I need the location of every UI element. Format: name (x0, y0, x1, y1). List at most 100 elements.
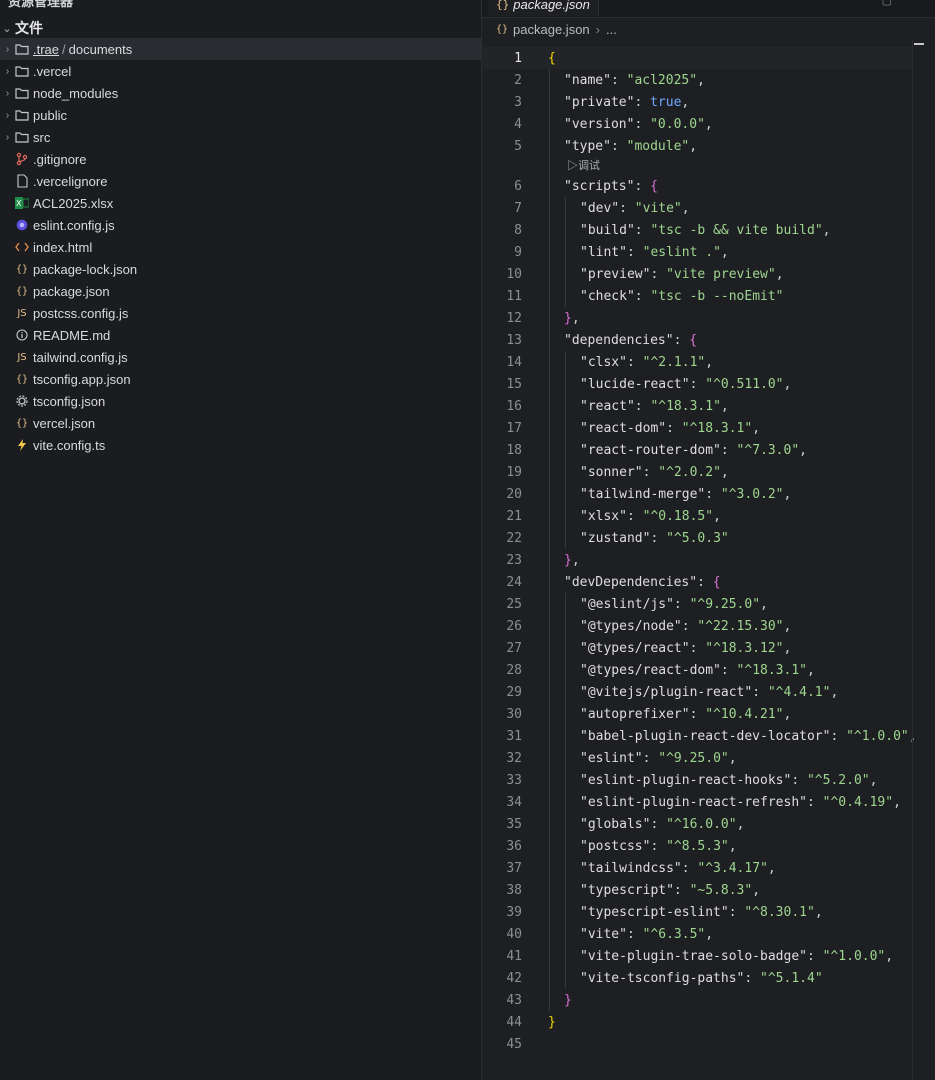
breadcrumb-rest[interactable]: ... (606, 22, 617, 37)
tree-item-src[interactable]: › src (0, 126, 481, 148)
line-number: 30 (506, 706, 522, 722)
code-line[interactable]: 42 "vite-tsconfig-paths": "^5.1.4" (482, 967, 912, 989)
code-token: : (626, 508, 643, 524)
git-icon (14, 151, 30, 167)
tree-item-vite-config-ts[interactable]: vite.config.ts (0, 434, 481, 456)
tree-item-package-json[interactable]: {} package.json (0, 280, 481, 302)
tab-package-json[interactable]: {} package.json (488, 0, 599, 16)
line-number: 43 (506, 992, 522, 1008)
code-line[interactable]: 27 "@types/react": "^18.3.12", (482, 637, 912, 659)
code-line[interactable]: 41 "vite-plugin-trae-solo-badge": "^1.0.0… (482, 945, 912, 967)
tree-item-trae[interactable]: › .trae / documents (0, 38, 481, 60)
code-line[interactable]: 43} (482, 989, 912, 1011)
code-line[interactable]: 18 "react-router-dom": "^7.3.0", (482, 439, 912, 461)
code-line[interactable]: 11 "check": "tsc -b --noEmit" (482, 285, 912, 307)
tree-item-gitignore[interactable]: .gitignore (0, 148, 481, 170)
line-number: 14 (506, 354, 522, 370)
code-line[interactable]: 12}, (482, 307, 912, 329)
json-icon: {} (15, 373, 29, 385)
code-line[interactable]: 20 "tailwind-merge": "^3.0.2", (482, 483, 912, 505)
code-line[interactable]: 37 "tailwindcss": "^3.4.17", (482, 857, 912, 879)
tree-item-eslint-config-js[interactable]: eslint.config.js (0, 214, 481, 236)
code-token: "^5.1.4" (760, 970, 823, 986)
code-line[interactable]: 36 "postcss": "^8.5.3", (482, 835, 912, 857)
chevron-right-icon: › (5, 131, 10, 143)
code-token: "^7.3.0" (736, 442, 800, 458)
code-line[interactable]: 25 "@eslint/js": "^9.25.0", (482, 593, 912, 615)
code-line[interactable]: 31 "babel-plugin-react-dev-locator": "^1.… (482, 725, 916, 747)
scrollbar-track[interactable] (912, 40, 913, 1080)
breadcrumb-file[interactable]: package.json (513, 22, 590, 37)
code-line[interactable]: 16 "react": "^18.3.1", (482, 395, 912, 417)
code-line[interactable]: 15 "lucide-react": "^0.511.0", (482, 373, 912, 395)
tree-item-package-lock-json[interactable]: {} package-lock.json (0, 258, 481, 280)
code-line[interactable]: 24 "devDependencies": { (482, 571, 912, 593)
tree-item-vercelignore[interactable]: .vercelignore (0, 170, 481, 192)
code-token: , (775, 266, 784, 282)
code-token: { (689, 332, 698, 348)
code-line[interactable]: 3 "private": true, (482, 91, 912, 113)
code-line[interactable]: 17 "react-dom": "^18.3.1", (482, 417, 912, 439)
code-line[interactable]: 8 "build": "tsc -b && vite build", (482, 219, 912, 241)
tree-item-public[interactable]: › public (0, 104, 481, 126)
chevron-right-icon: › (5, 65, 10, 77)
tree-item-acl2025-xlsx[interactable]: X ACL2025.xlsx (0, 192, 481, 214)
code-line[interactable]: 19 "sonner": "^2.0.2", (482, 461, 912, 483)
code-line[interactable]: 29 "@vitejs/plugin-react": "^4.4.1", (482, 681, 912, 703)
code-line[interactable]: 30 "autoprefixer": "^10.4.21", (482, 703, 912, 725)
line-number: 1 (514, 50, 522, 66)
code-line[interactable]: 40 "vite": "^6.3.5", (482, 923, 912, 945)
code-line[interactable]: 4 "version": "0.0.0", (482, 113, 912, 135)
line-number: 11 (506, 288, 522, 304)
line-number: 29 (506, 684, 522, 700)
line-number: 25 (506, 596, 522, 612)
code-line[interactable]: 10 "preview": "vite preview", (482, 263, 912, 285)
code-line[interactable]: 39 "typescript-eslint": "^8.30.1", (482, 901, 912, 923)
code-line[interactable]: 32 "eslint": "^9.25.0", (482, 747, 912, 769)
tree-item-label: .gitignore (33, 151, 87, 167)
section-header-files[interactable]: ⌄ 文件 (0, 17, 481, 39)
code-line[interactable]: 38 "typescript": "~5.8.3", (482, 879, 912, 901)
code-token: { (548, 50, 556, 66)
debug-codelens[interactable]: ▷调试 (567, 157, 600, 173)
code-token: "acl2025" (626, 72, 698, 88)
code-line[interactable]: 6 "scripts": { (482, 175, 912, 197)
code-token: "^0.511.0" (705, 376, 784, 392)
tree-item-vercel[interactable]: › .vercel (0, 60, 481, 82)
code-line[interactable]: 35 "globals": "^16.0.0", (482, 813, 912, 835)
code-line[interactable]: 21 "xlsx": "^0.18.5", (482, 505, 912, 527)
code-line[interactable]: 23}, (482, 549, 912, 571)
code-token: "^10.4.21" (705, 706, 784, 722)
code-line[interactable]: 13 "dependencies": { (482, 329, 912, 351)
tree-item-readme-md[interactable]: README.md (0, 324, 481, 346)
code-line[interactable]: 1{ (482, 47, 912, 69)
tree-item-index-html[interactable]: index.html (0, 236, 481, 258)
tree-item-node-modules[interactable]: › node_modules (0, 82, 481, 104)
tree-item-tailwind-config-js[interactable]: JS tailwind.config.js (0, 346, 481, 368)
code-line[interactable]: 5 "type": "module", (482, 135, 912, 157)
code-line[interactable]: 45 (482, 1033, 912, 1055)
code-line[interactable]: 22 "zustand": "^5.0.3" (482, 527, 912, 549)
split-editor-icon[interactable]: ▢ (882, 0, 892, 7)
code-line[interactable]: 34 "eslint-plugin-react-refresh": "^0.4.1… (482, 791, 912, 813)
code-token: "^0.4.19" (822, 794, 894, 810)
code-line[interactable]: 33 "eslint-plugin-react-hooks": "^5.2.0", (482, 769, 912, 791)
code-token: "zustand" (580, 530, 651, 546)
excel-icon: X (14, 195, 30, 211)
scrollbar-thumb[interactable] (914, 43, 924, 45)
line-number: 6 (514, 178, 522, 194)
code-line[interactable]: 28 "@types/react-dom": "^18.3.1", (482, 659, 912, 681)
tree-item-postcss-config-js[interactable]: JS postcss.config.js (0, 302, 481, 324)
code-line[interactable]: 44} (482, 1011, 912, 1033)
code-line[interactable]: 2 "name": "acl2025", (482, 69, 912, 91)
code-line[interactable]: 14 "clsx": "^2.1.1", (482, 351, 912, 373)
chevron-right-icon: › (595, 21, 601, 37)
code-line[interactable]: 7 "dev": "vite", (482, 197, 912, 219)
code-token: : (642, 750, 659, 766)
code-line[interactable]: 26 "@types/node": "^22.15.30", (482, 615, 912, 637)
line-number: 19 (506, 464, 522, 480)
tree-item-vercel-json[interactable]: {} vercel.json (0, 412, 481, 434)
code-line[interactable]: 9 "lint": "eslint .", (482, 241, 912, 263)
tree-item-tsconfig-app-json[interactable]: {} tsconfig.app.json (0, 368, 481, 390)
tree-item-tsconfig-json[interactable]: tsconfig.json (0, 390, 481, 412)
